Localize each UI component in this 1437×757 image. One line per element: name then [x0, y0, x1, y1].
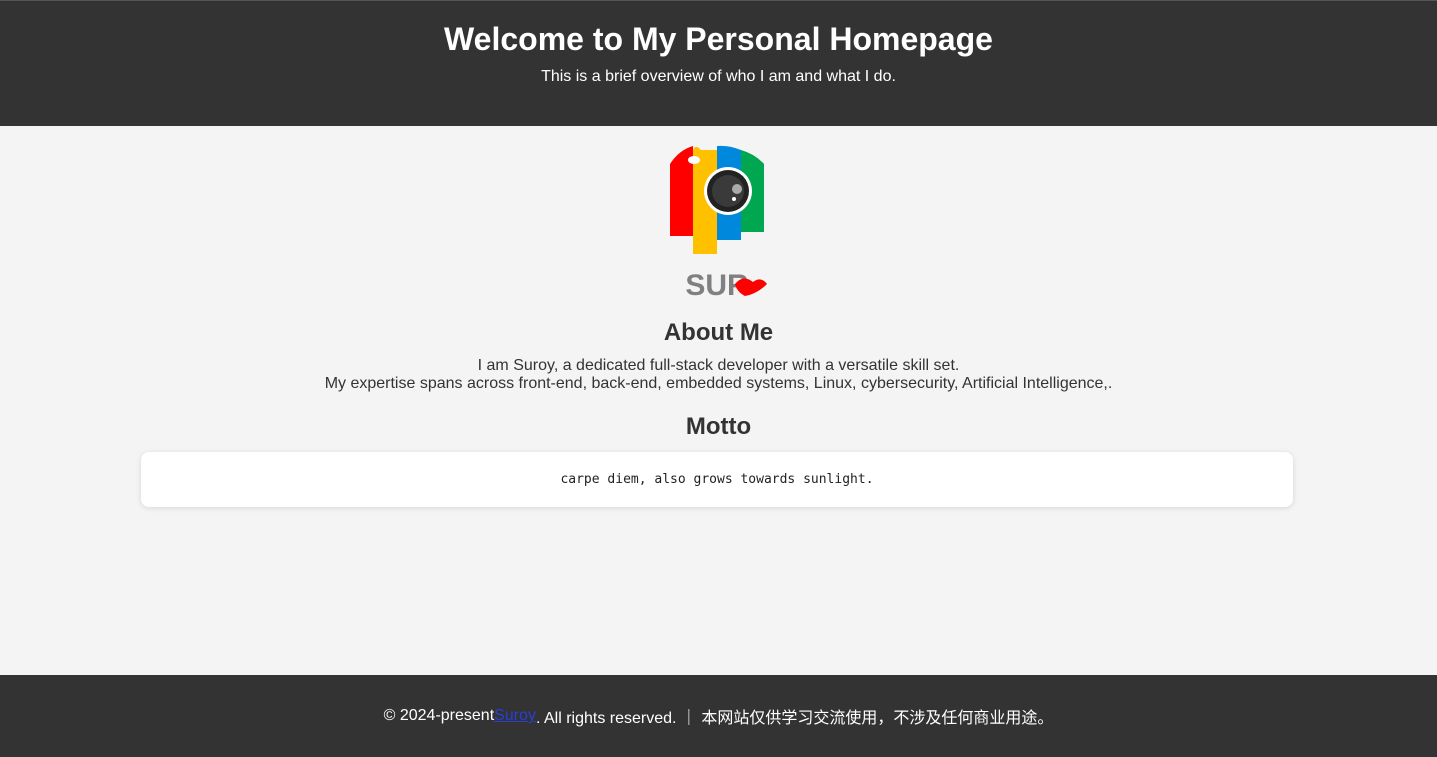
site-logo: SUR: [657, 144, 777, 302]
site-header: Welcome to My Personal Homepage This is …: [0, 0, 1437, 126]
footer-author-link[interactable]: Suroy: [494, 707, 536, 725]
page-title: Welcome to My Personal Homepage: [444, 21, 993, 57]
page-subtitle: This is a brief overview of who I am and…: [541, 68, 896, 85]
motto-text: carpe diem, also grows towards sunlight.: [560, 472, 874, 487]
motto-card: carpe diem, also grows towards sunlight.: [141, 452, 1293, 507]
site-footer: © 2024-present Suroy. All rights reserve…: [0, 675, 1437, 757]
about-description: I am Suroy, a dedicated full-stack devel…: [0, 357, 1437, 393]
about-line-1: I am Suroy, a dedicated full-stack devel…: [477, 357, 960, 374]
about-heading: About Me: [663, 319, 774, 346]
motto-heading: Motto: [685, 413, 752, 440]
footer-copyright-suffix: . All rights reserved. ｜ 本网站仅供学习交流使用，不涉及…: [535, 710, 1054, 727]
about-line-2: My expertise spans across front-end, bac…: [324, 375, 1113, 392]
camera-logo-icon: SUR: [670, 145, 767, 302]
footer-copyright-prefix: © 2024-present: [383, 707, 495, 724]
